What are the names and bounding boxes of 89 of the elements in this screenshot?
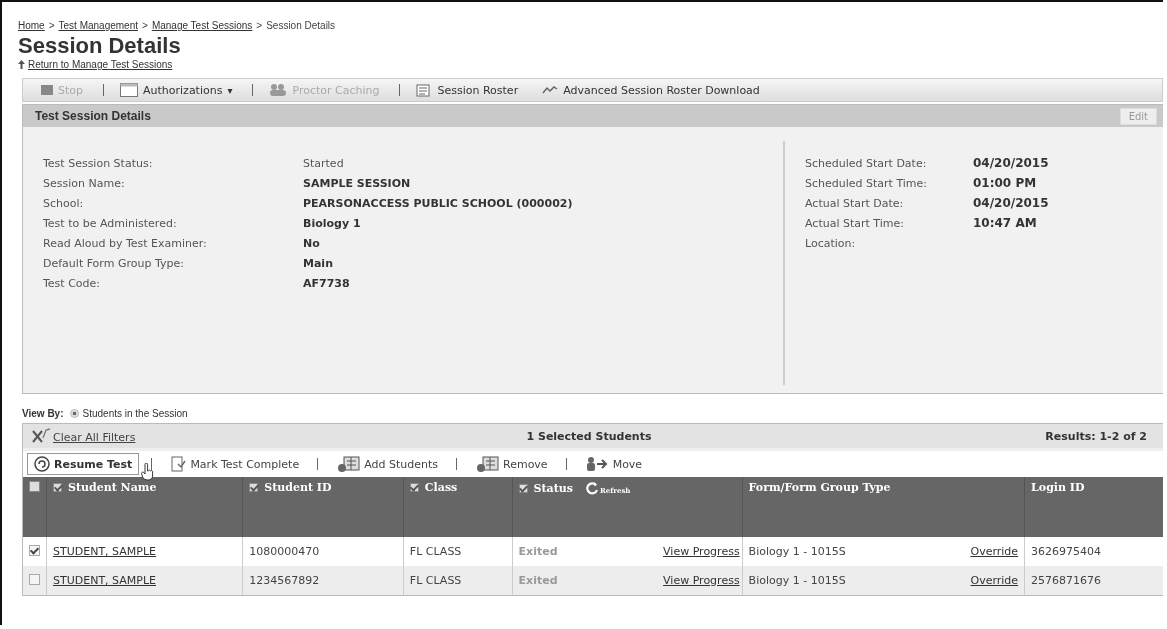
select-all-checkbox[interactable] (29, 481, 40, 492)
field-label: Session Name: (43, 176, 126, 190)
column-toggle-checkbox[interactable] (53, 483, 62, 492)
view-progress-link[interactable]: View Progress (663, 574, 740, 587)
field-value: 01:00 PM (973, 176, 1037, 190)
clear-filter-icon (31, 428, 51, 444)
stop-icon (41, 85, 53, 95)
toolbar-button[interactable]: Authorizations ▾ (116, 83, 237, 97)
toolbar-button[interactable]: Session Roster (412, 83, 523, 97)
override-link[interactable]: Override (970, 574, 1019, 587)
field-label: Test Code: (43, 276, 102, 290)
field-value: 04/20/2015 (973, 156, 1049, 170)
field-value: Started (303, 156, 344, 170)
people-icon (269, 83, 288, 97)
column-toggle-checkbox[interactable] (249, 483, 259, 492)
selected-count: 1 Selected Students (526, 429, 652, 443)
resume-icon (34, 456, 50, 472)
field-label: Location: (805, 236, 857, 250)
form-value: Biology 1 - 1015S (748, 574, 846, 587)
breadcrumb-separator: > (256, 20, 263, 31)
move-icon (584, 456, 609, 472)
column-title: Class (424, 481, 458, 494)
action-button[interactable]: Resume Test (27, 453, 140, 475)
table-cell: 3626975404 (1024, 537, 1163, 566)
remove-group-icon (475, 456, 499, 472)
field-value: 04/20/2015 (973, 196, 1049, 210)
field-label: Actual Start Date: (805, 196, 905, 210)
override-link[interactable]: Override (970, 545, 1019, 558)
radio-button[interactable] (69, 409, 79, 418)
field-label: Test to be Administered: (43, 216, 178, 230)
student-name-link[interactable]: STUDENT, SAMPLE (53, 545, 157, 558)
field-value: SAMPLE SESSION (303, 176, 411, 190)
view-by-label: View By: (22, 408, 64, 419)
field-value: AF7738 (303, 276, 350, 290)
breadcrumb-separator: > (48, 20, 55, 31)
column-toggle-checkbox[interactable] (409, 483, 419, 492)
field-label: Scheduled Start Date: (805, 156, 928, 170)
add-group-icon (336, 456, 361, 472)
field-label: School: (43, 196, 85, 210)
table-cell: FL CLASS (403, 566, 513, 595)
column-title: Status (533, 481, 573, 495)
student-name-link[interactable]: STUDENT, SAMPLE (53, 574, 157, 587)
up-arrow-icon (18, 60, 25, 69)
roster-icon (416, 83, 433, 97)
column-title: Student ID (264, 481, 332, 494)
radio-label[interactable]: Students in the Session (82, 408, 188, 419)
field-label: Actual Start Time: (805, 216, 905, 230)
toolbar-button[interactable]: Advanced Session Roster Download (538, 83, 764, 97)
breadcrumb-link[interactable]: Test Management (58, 20, 139, 31)
row-checkbox[interactable] (29, 544, 40, 556)
table-cell: FL CLASS (403, 537, 513, 566)
clear-filters-link[interactable]: Clear All Filters (53, 431, 136, 444)
breadcrumb-separator: > (142, 20, 148, 31)
download-icon (542, 85, 559, 95)
action-button[interactable]: Remove (469, 454, 554, 474)
page-title: Session Details (18, 33, 182, 59)
breadcrumb-current: Session Details (266, 20, 336, 31)
field-value: Main (303, 256, 333, 270)
row-checkbox[interactable] (29, 573, 40, 585)
action-button[interactable]: Add Students (330, 454, 444, 474)
field-value: Biology 1 (303, 216, 361, 230)
results-count: Results: 1-2 of 2 (1045, 429, 1147, 443)
field-value: 10:47 AM (973, 216, 1037, 230)
action-button[interactable]: Mark Test Complete (164, 454, 306, 474)
column-title: Form/Form Group Type (748, 481, 891, 494)
table-cell: 1234567892 (242, 566, 404, 595)
window-icon (120, 83, 138, 97)
column-title: Login ID (1031, 481, 1085, 494)
document-icon (170, 456, 187, 472)
breadcrumb-link[interactable]: Manage Test Sessions (151, 20, 253, 31)
table-cell: 1080000470 (242, 537, 404, 566)
field-value: PEARSONACCESS PUBLIC SCHOOL (000002) (303, 196, 573, 210)
return-link[interactable]: Return to Manage Test Sessions (28, 59, 173, 70)
table-cell: Exited (512, 566, 599, 595)
refresh-icon (585, 481, 599, 495)
field-label: Scheduled Start Time: (805, 176, 929, 190)
view-progress-link[interactable]: View Progress (663, 545, 740, 558)
column-title: Student Name (68, 481, 157, 494)
action-button[interactable]: Move (578, 454, 649, 474)
breadcrumb-link[interactable]: Home (18, 20, 45, 31)
table-cell: Exited (512, 537, 599, 566)
form-value: Biology 1 - 1015S (748, 545, 846, 558)
panel-title: Test Session Details (35, 109, 151, 123)
field-label: Read Aloud by Test Examiner: (43, 236, 208, 250)
field-value: No (303, 236, 320, 250)
column-toggle-checkbox[interactable] (518, 483, 528, 493)
table-cell: 2576871676 (1024, 566, 1163, 595)
field-label: Default Form Group Type: (43, 256, 185, 270)
field-label: Test Session Status: (43, 156, 154, 170)
